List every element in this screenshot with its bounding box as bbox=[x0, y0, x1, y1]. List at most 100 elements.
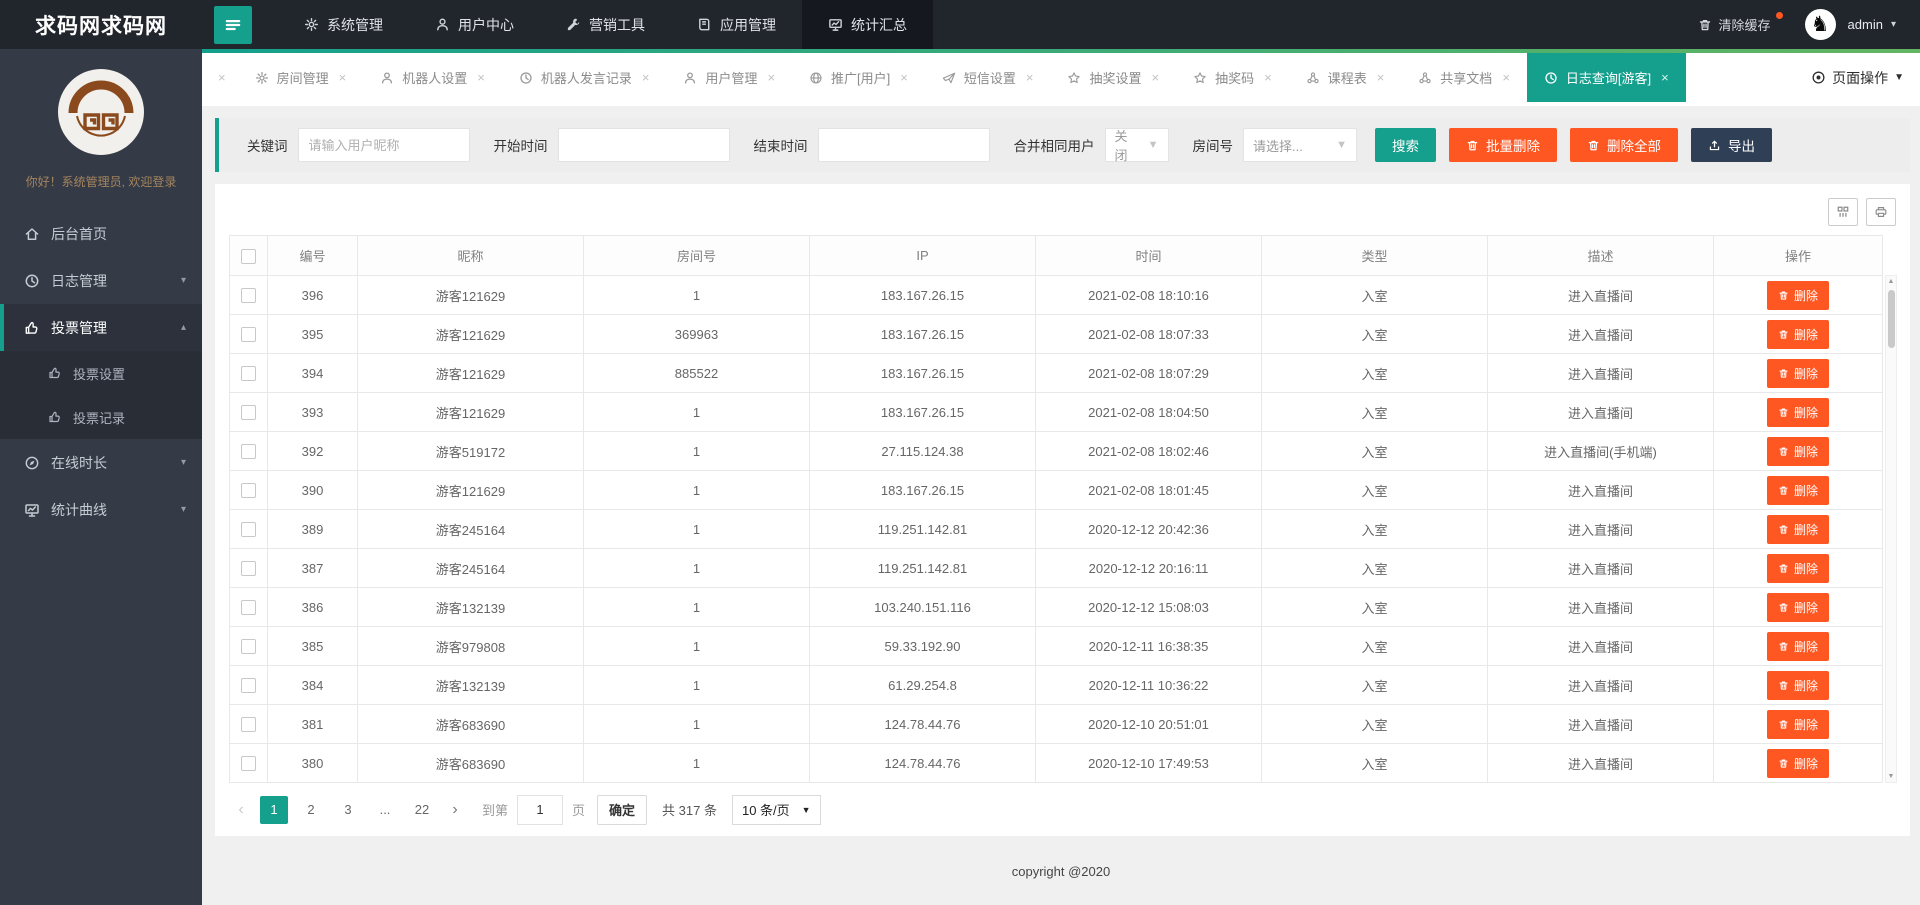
tab[interactable]: 用户管理 × bbox=[666, 53, 792, 102]
close-icon[interactable]: × bbox=[1377, 70, 1385, 85]
trash-icon bbox=[1779, 720, 1788, 729]
tab[interactable]: 共享文档 × bbox=[1401, 53, 1527, 102]
delete-row-button[interactable]: 删除 bbox=[1766, 397, 1829, 427]
delete-row-button[interactable]: 删除 bbox=[1766, 592, 1829, 622]
select-all-checkbox[interactable] bbox=[241, 248, 256, 264]
delete-row-button[interactable]: 删除 bbox=[1766, 436, 1829, 466]
export-button[interactable]: 导出 bbox=[1691, 128, 1772, 162]
delete-row-button[interactable]: 删除 bbox=[1766, 514, 1829, 544]
next-page-button[interactable]: › bbox=[445, 801, 465, 819]
end-time-input[interactable] bbox=[817, 128, 990, 162]
tab[interactable]: × bbox=[202, 53, 238, 102]
topnav-item-统计汇总[interactable]: 统计汇总 bbox=[802, 0, 933, 49]
clear-cache-button[interactable]: 清除缓存 bbox=[1698, 12, 1783, 34]
welcome-text: 你好！系统管理员, 欢迎登录 bbox=[25, 175, 177, 189]
tab[interactable]: 推广[用户] × bbox=[792, 53, 925, 102]
row-checkbox[interactable] bbox=[241, 444, 256, 460]
delete-all-button[interactable]: 删除全部 bbox=[1570, 128, 1678, 162]
delete-row-button[interactable]: 删除 bbox=[1766, 319, 1829, 349]
page-button[interactable]: 22 bbox=[408, 796, 436, 824]
tab[interactable]: 日志查询[游客] × bbox=[1526, 53, 1686, 102]
row-checkbox[interactable] bbox=[241, 288, 256, 304]
row-checkbox[interactable] bbox=[241, 366, 256, 382]
menu-toggle-button[interactable] bbox=[214, 5, 252, 44]
tab[interactable]: 抽奖码 × bbox=[1176, 53, 1289, 102]
per-page-select[interactable]: 10 条/页 ▼ bbox=[731, 794, 821, 825]
page-operations-button[interactable]: 页面操作 ▼ bbox=[1811, 53, 1904, 102]
start-time-input[interactable] bbox=[557, 128, 730, 162]
row-checkbox[interactable] bbox=[241, 561, 256, 577]
row-checkbox[interactable] bbox=[241, 522, 256, 538]
delete-row-button[interactable]: 删除 bbox=[1766, 748, 1829, 778]
keyword-input[interactable] bbox=[297, 128, 470, 162]
delete-row-button[interactable]: 删除 bbox=[1766, 358, 1829, 388]
close-icon[interactable]: × bbox=[1661, 70, 1669, 85]
sidebar-item[interactable]: 投票设置 bbox=[0, 351, 202, 395]
row-checkbox[interactable] bbox=[241, 405, 256, 421]
prev-page-button[interactable]: ‹ bbox=[231, 801, 251, 819]
page-button[interactable]: 1 bbox=[260, 795, 288, 824]
sidebar-item[interactable]: 投票记录 bbox=[0, 395, 202, 439]
scrollbar[interactable]: ▲ ▼ bbox=[1885, 275, 1897, 783]
confirm-button[interactable]: 确定 bbox=[597, 794, 648, 825]
delete-row-button[interactable]: 删除 bbox=[1766, 475, 1829, 505]
scroll-down-icon[interactable]: ▼ bbox=[1886, 773, 1896, 780]
tab[interactable]: 抽奖设置 × bbox=[1050, 53, 1176, 102]
table-cell: 885522 bbox=[583, 353, 810, 393]
columns-filter-button[interactable] bbox=[1828, 198, 1858, 226]
scrollbar-thumb[interactable] bbox=[1888, 290, 1895, 348]
topnav-item-应用管理[interactable]: 应用管理 bbox=[671, 0, 802, 49]
delete-row-button[interactable]: 删除 bbox=[1766, 280, 1829, 310]
gear-icon bbox=[255, 71, 268, 84]
sidebar-item[interactable]: 日志管理 ▾ bbox=[0, 257, 202, 304]
row-checkbox[interactable] bbox=[241, 678, 256, 694]
row-checkbox[interactable] bbox=[241, 639, 256, 655]
batch-delete-button[interactable]: 批量删除 bbox=[1449, 128, 1557, 162]
tab[interactable]: 课程表 × bbox=[1289, 53, 1402, 102]
goto-page-input[interactable] bbox=[517, 794, 564, 825]
close-icon[interactable]: × bbox=[1026, 70, 1034, 85]
close-icon[interactable]: × bbox=[339, 70, 347, 85]
page-button[interactable]: 2 bbox=[297, 796, 325, 824]
row-checkbox[interactable] bbox=[241, 327, 256, 343]
row-checkbox[interactable] bbox=[241, 600, 256, 616]
close-icon[interactable]: × bbox=[900, 70, 908, 85]
sidebar-item[interactable]: 在线时长 ▾ bbox=[0, 439, 202, 486]
print-button[interactable] bbox=[1866, 198, 1896, 226]
merge-user-select[interactable]: 关闭 ▼ bbox=[1104, 128, 1169, 163]
delete-row-button[interactable]: 删除 bbox=[1766, 709, 1829, 739]
admin-menu[interactable]: ♞ admin ▾ bbox=[1804, 9, 1896, 40]
search-button[interactable]: 搜索 bbox=[1375, 128, 1436, 162]
topnav-item-系统管理[interactable]: 系统管理 bbox=[278, 0, 409, 49]
topnav: 系统管理 用户中心 营销工具 应用管理 统计汇总 bbox=[278, 0, 933, 49]
sidebar-item[interactable]: 投票管理 ▴ bbox=[0, 304, 202, 351]
scroll-up-icon[interactable]: ▲ bbox=[1886, 278, 1896, 285]
row-checkbox[interactable] bbox=[241, 717, 256, 733]
tab[interactable]: 机器人发言记录 × bbox=[502, 53, 667, 102]
page-button[interactable]: 3 bbox=[334, 796, 362, 824]
tab[interactable]: 短信设置 × bbox=[925, 53, 1051, 102]
delete-row-button[interactable]: 删除 bbox=[1766, 553, 1829, 583]
row-checkbox[interactable] bbox=[241, 483, 256, 499]
close-icon[interactable]: × bbox=[218, 70, 226, 85]
table-row: 386 游客132139 1 103.240.151.116 2020-12-12 15… bbox=[229, 587, 1883, 627]
close-icon[interactable]: × bbox=[767, 70, 775, 85]
column-header: 操作 bbox=[1713, 235, 1883, 276]
close-icon[interactable]: × bbox=[1264, 70, 1272, 85]
close-icon[interactable]: × bbox=[1151, 70, 1159, 85]
close-icon[interactable]: × bbox=[1502, 70, 1510, 85]
delete-row-button[interactable]: 删除 bbox=[1766, 631, 1829, 661]
sidebar-item[interactable]: 统计曲线 ▾ bbox=[0, 486, 202, 533]
tab[interactable]: 房间管理 × bbox=[238, 53, 364, 102]
close-icon[interactable]: × bbox=[477, 70, 485, 85]
sidebar-item[interactable]: 后台首页 bbox=[0, 210, 202, 257]
delete-row-button[interactable]: 删除 bbox=[1766, 670, 1829, 700]
nodes-icon bbox=[1307, 71, 1319, 83]
tab[interactable]: 机器人设置 × bbox=[363, 53, 502, 102]
close-icon[interactable]: × bbox=[642, 70, 650, 85]
room-select[interactable]: 请选择... ▼ bbox=[1243, 128, 1357, 162]
table-cell: 游客132139 bbox=[357, 665, 584, 705]
row-checkbox[interactable] bbox=[241, 756, 256, 772]
topnav-item-用户中心[interactable]: 用户中心 bbox=[409, 0, 540, 49]
topnav-item-营销工具[interactable]: 营销工具 bbox=[540, 0, 671, 49]
